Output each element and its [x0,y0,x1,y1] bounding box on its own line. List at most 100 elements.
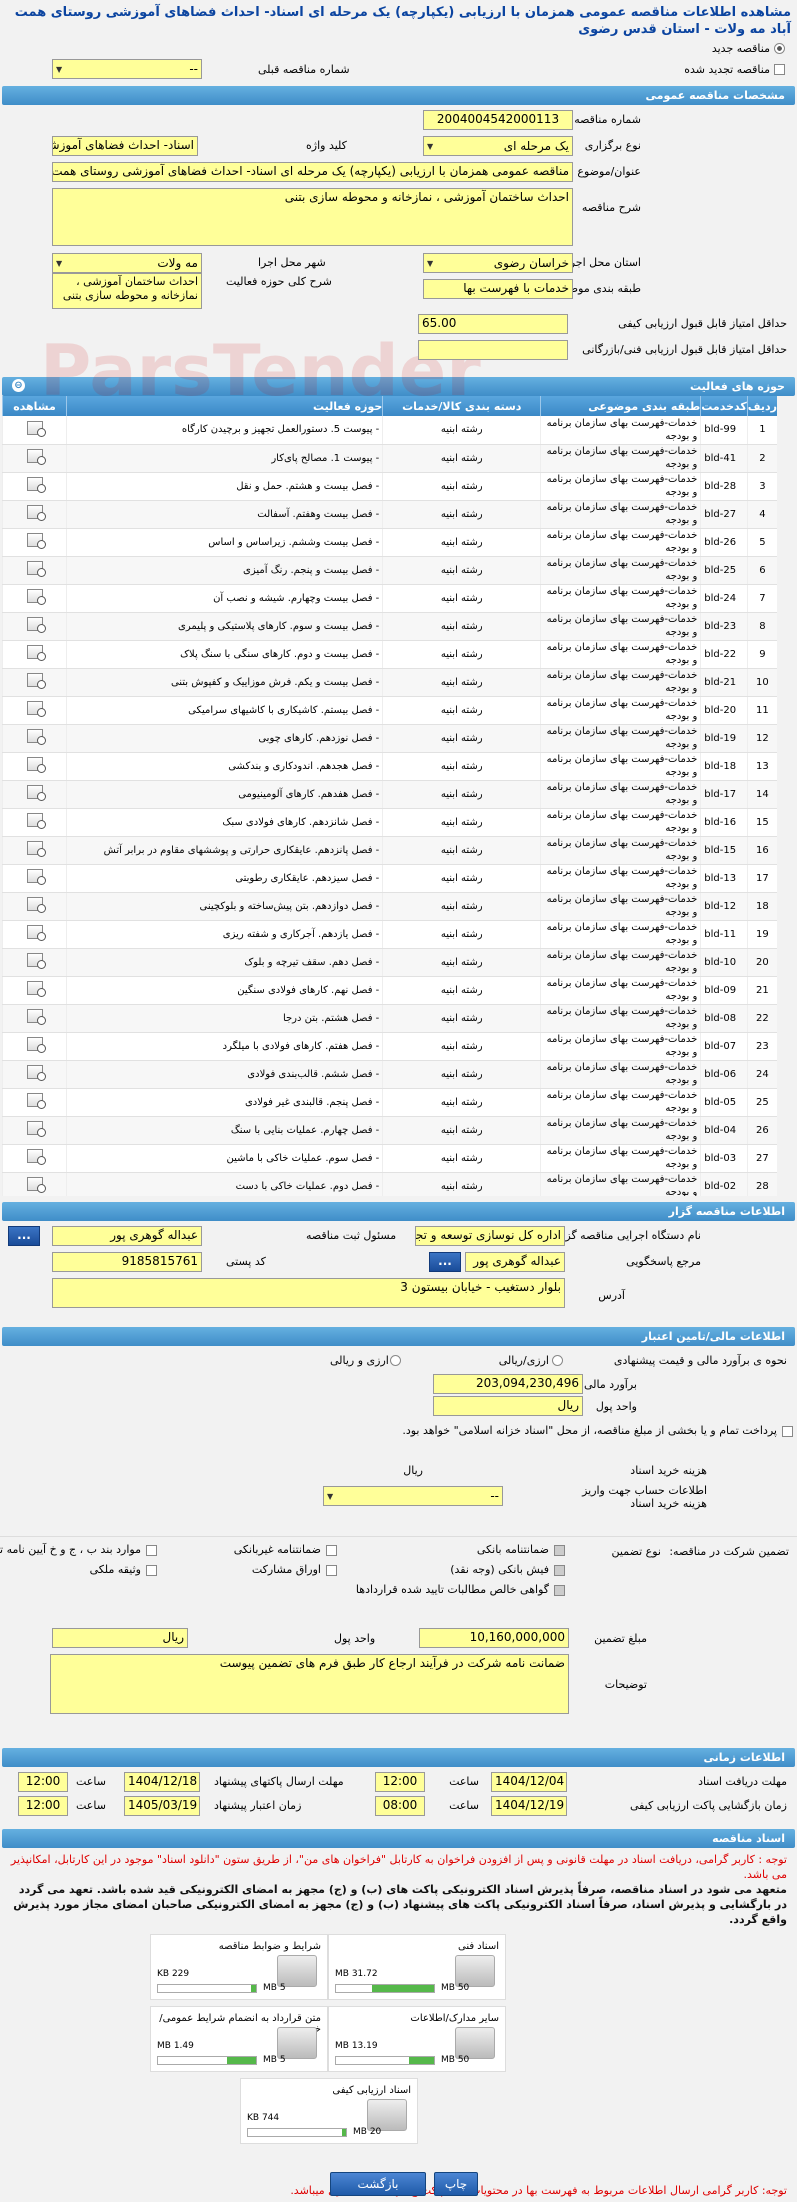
view-icon[interactable] [26,841,46,857]
print-button[interactable]: چاپ [434,2172,478,2196]
grid-cell: 25 [746,1088,777,1117]
view-icon[interactable] [26,1149,46,1165]
grid-cell: 2 [746,444,777,473]
view-icon[interactable] [26,953,46,969]
prev-tender-select[interactable]: -- ▼ [52,59,202,79]
table-row: 18 bld-12 خدمات-فهرست بهای سازمان برنامه و… [2,892,777,921]
view-icon[interactable] [26,1093,46,1109]
subject-field: مناقصه عمومی همزمان با ارزیابی (یکپارچه)… [52,162,573,182]
type-select[interactable]: یک مرحله ای ▼ [423,136,573,156]
keyword-field: اسناد- احداث فضاهای آموزشی روستای همت آب… [52,136,198,156]
grid-cell-view [2,1088,67,1117]
grid-header: طبقه بندی موضوعی [540,396,701,416]
view-icon[interactable] [26,420,46,437]
city-select[interactable]: مه ولات ▼ [52,253,202,273]
grid-cell: - فصل هفتم. کارهای فولادی با میلگرد [65,1032,383,1061]
valid-time: 12:00 [18,1796,68,1816]
guarantee-checkbox[interactable] [554,1585,565,1596]
radio-rial[interactable] [552,1355,563,1366]
renewal-checkbox[interactable] [774,63,785,75]
doc-file-box[interactable]: اسناد فنی 31.72 MB 50 MB [328,1934,506,2000]
guarantee-checkbox[interactable] [554,1545,565,1556]
back-button[interactable]: بازگشت [330,2172,426,2196]
table-row: 28 bld-02 خدمات-فهرست بهای سازمان برنامه و… [2,1172,777,1196]
account-select[interactable]: -- ▼ [323,1486,503,1506]
grid-cell: 5 [746,528,777,557]
grid-cell: - فصل نهم. کارهای فولادی سنگین [65,976,383,1005]
doc-file-box[interactable]: شرایط و ضوابط مناقصه 229 KB 5 MB [150,1934,328,2000]
view-icon[interactable] [26,645,46,661]
grid-cell: bld-04 [700,1116,748,1145]
guarantee-option-label: اوراق مشارکت [251,1563,321,1576]
new-tender-option[interactable]: مناقصه جدید [0,38,797,58]
view-icon[interactable] [26,757,46,773]
view-icon[interactable] [26,617,46,633]
view-icon[interactable] [26,505,46,521]
doc-file-box[interactable]: سایر مدارک/اطلاعات 13.19 MB 50 MB [328,2006,506,2072]
grid-cell: رشته ابنیه [382,1032,541,1061]
view-icon[interactable] [26,1037,46,1053]
view-icon[interactable] [26,701,46,717]
guarantee-checkbox[interactable] [146,1545,157,1556]
grid-cell: 6 [746,556,777,585]
view-icon[interactable] [26,477,46,493]
grid-cell: 1 [746,416,777,445]
responsible-lookup-button[interactable]: ... [8,1226,40,1246]
view-icon[interactable] [26,1121,46,1137]
grid-cell: bld-21 [700,668,748,697]
view-icon[interactable] [26,729,46,745]
view-icon[interactable] [26,925,46,941]
grid-cell: 26 [746,1116,777,1145]
grid-cell: - فصل پانزدهم. عایقکاری حرارتی و پوششهای… [65,836,383,865]
guarantee-checkbox[interactable] [326,1545,337,1556]
province-select[interactable]: خراسان رضوی ▼ [423,253,573,273]
description-field: احداث ساختمان آموزشی ، نمازخانه و محوطه … [52,188,573,246]
doc-file-box[interactable]: اسناد ارزیابی کیفی 744 KB 20 MB [240,2078,418,2144]
view-icon[interactable] [26,673,46,689]
tender-number: 2004004542000113 [423,110,573,130]
table-row: 14 bld-17 خدمات-فهرست بهای سازمان برنامه و… [2,780,777,809]
table-row: 13 bld-18 خدمات-فهرست بهای سازمان برنامه و… [2,752,777,781]
view-icon[interactable] [26,981,46,997]
radio-currency-rial[interactable] [390,1355,401,1366]
view-icon[interactable] [26,897,46,913]
treasury-checkbox[interactable] [782,1426,793,1437]
guarantee-checkbox[interactable] [326,1565,337,1576]
grid-cell-view [2,808,67,837]
view-icon[interactable] [26,785,46,801]
grid-cell-view [2,500,67,529]
table-row: 24 bld-06 خدمات-فهرست بهای سازمان برنامه و… [2,1060,777,1089]
view-icon[interactable] [26,449,46,465]
guarantee-checkbox[interactable] [146,1565,157,1576]
grid-cell: رشته ابنیه [382,948,541,977]
doc-file-usage-bar [335,1984,435,1993]
grid-cell: رشته ابنیه [382,584,541,613]
reference-lookup-button[interactable]: ... [429,1252,461,1272]
view-icon[interactable] [26,589,46,605]
grid-cell: - فصل بیستم. کاشیکاری با کاشیهای سرامیکی [65,696,383,725]
grid-cell: - فصل دوم. عملیات خاکی با دست [65,1172,383,1196]
view-icon[interactable] [26,1177,46,1193]
guarantee-checkbox[interactable] [554,1565,565,1576]
valid-date: 1405/03/19 [124,1796,200,1816]
grid-cell: خدمات-فهرست بهای سازمان برنامه و بودجه [540,416,701,445]
grid-cell: 28 [746,1172,777,1196]
grid-cell-view [2,948,67,977]
view-icon[interactable] [26,869,46,885]
collapse-icon[interactable]: ⊖ [12,379,25,392]
classification-field: خدمات با فهرست بها [423,279,573,299]
doc-file-used: 229 KB [157,1969,190,1979]
doc-file-usage-fill [342,2129,346,2136]
grid-cell: - فصل بیست و یکم. فرش موزاییک و کفپوش بت… [65,668,383,697]
grid-cell: - فصل چهارم. عملیات بنایی با سنگ [65,1116,383,1145]
grid-cell: رشته ابنیه [382,1088,541,1117]
view-icon[interactable] [26,533,46,549]
view-icon[interactable] [26,561,46,577]
view-icon[interactable] [26,1065,46,1081]
view-icon[interactable] [26,813,46,829]
grid-cell: bld-16 [700,808,748,837]
grid-cell: خدمات-فهرست بهای سازمان برنامه و بودجه [540,1172,701,1196]
radio-new[interactable] [774,42,785,54]
view-icon[interactable] [26,1009,46,1025]
doc-file-box[interactable]: متن قرارداد به انضمام شرایط عمومی/خصوصی1… [150,2006,328,2072]
